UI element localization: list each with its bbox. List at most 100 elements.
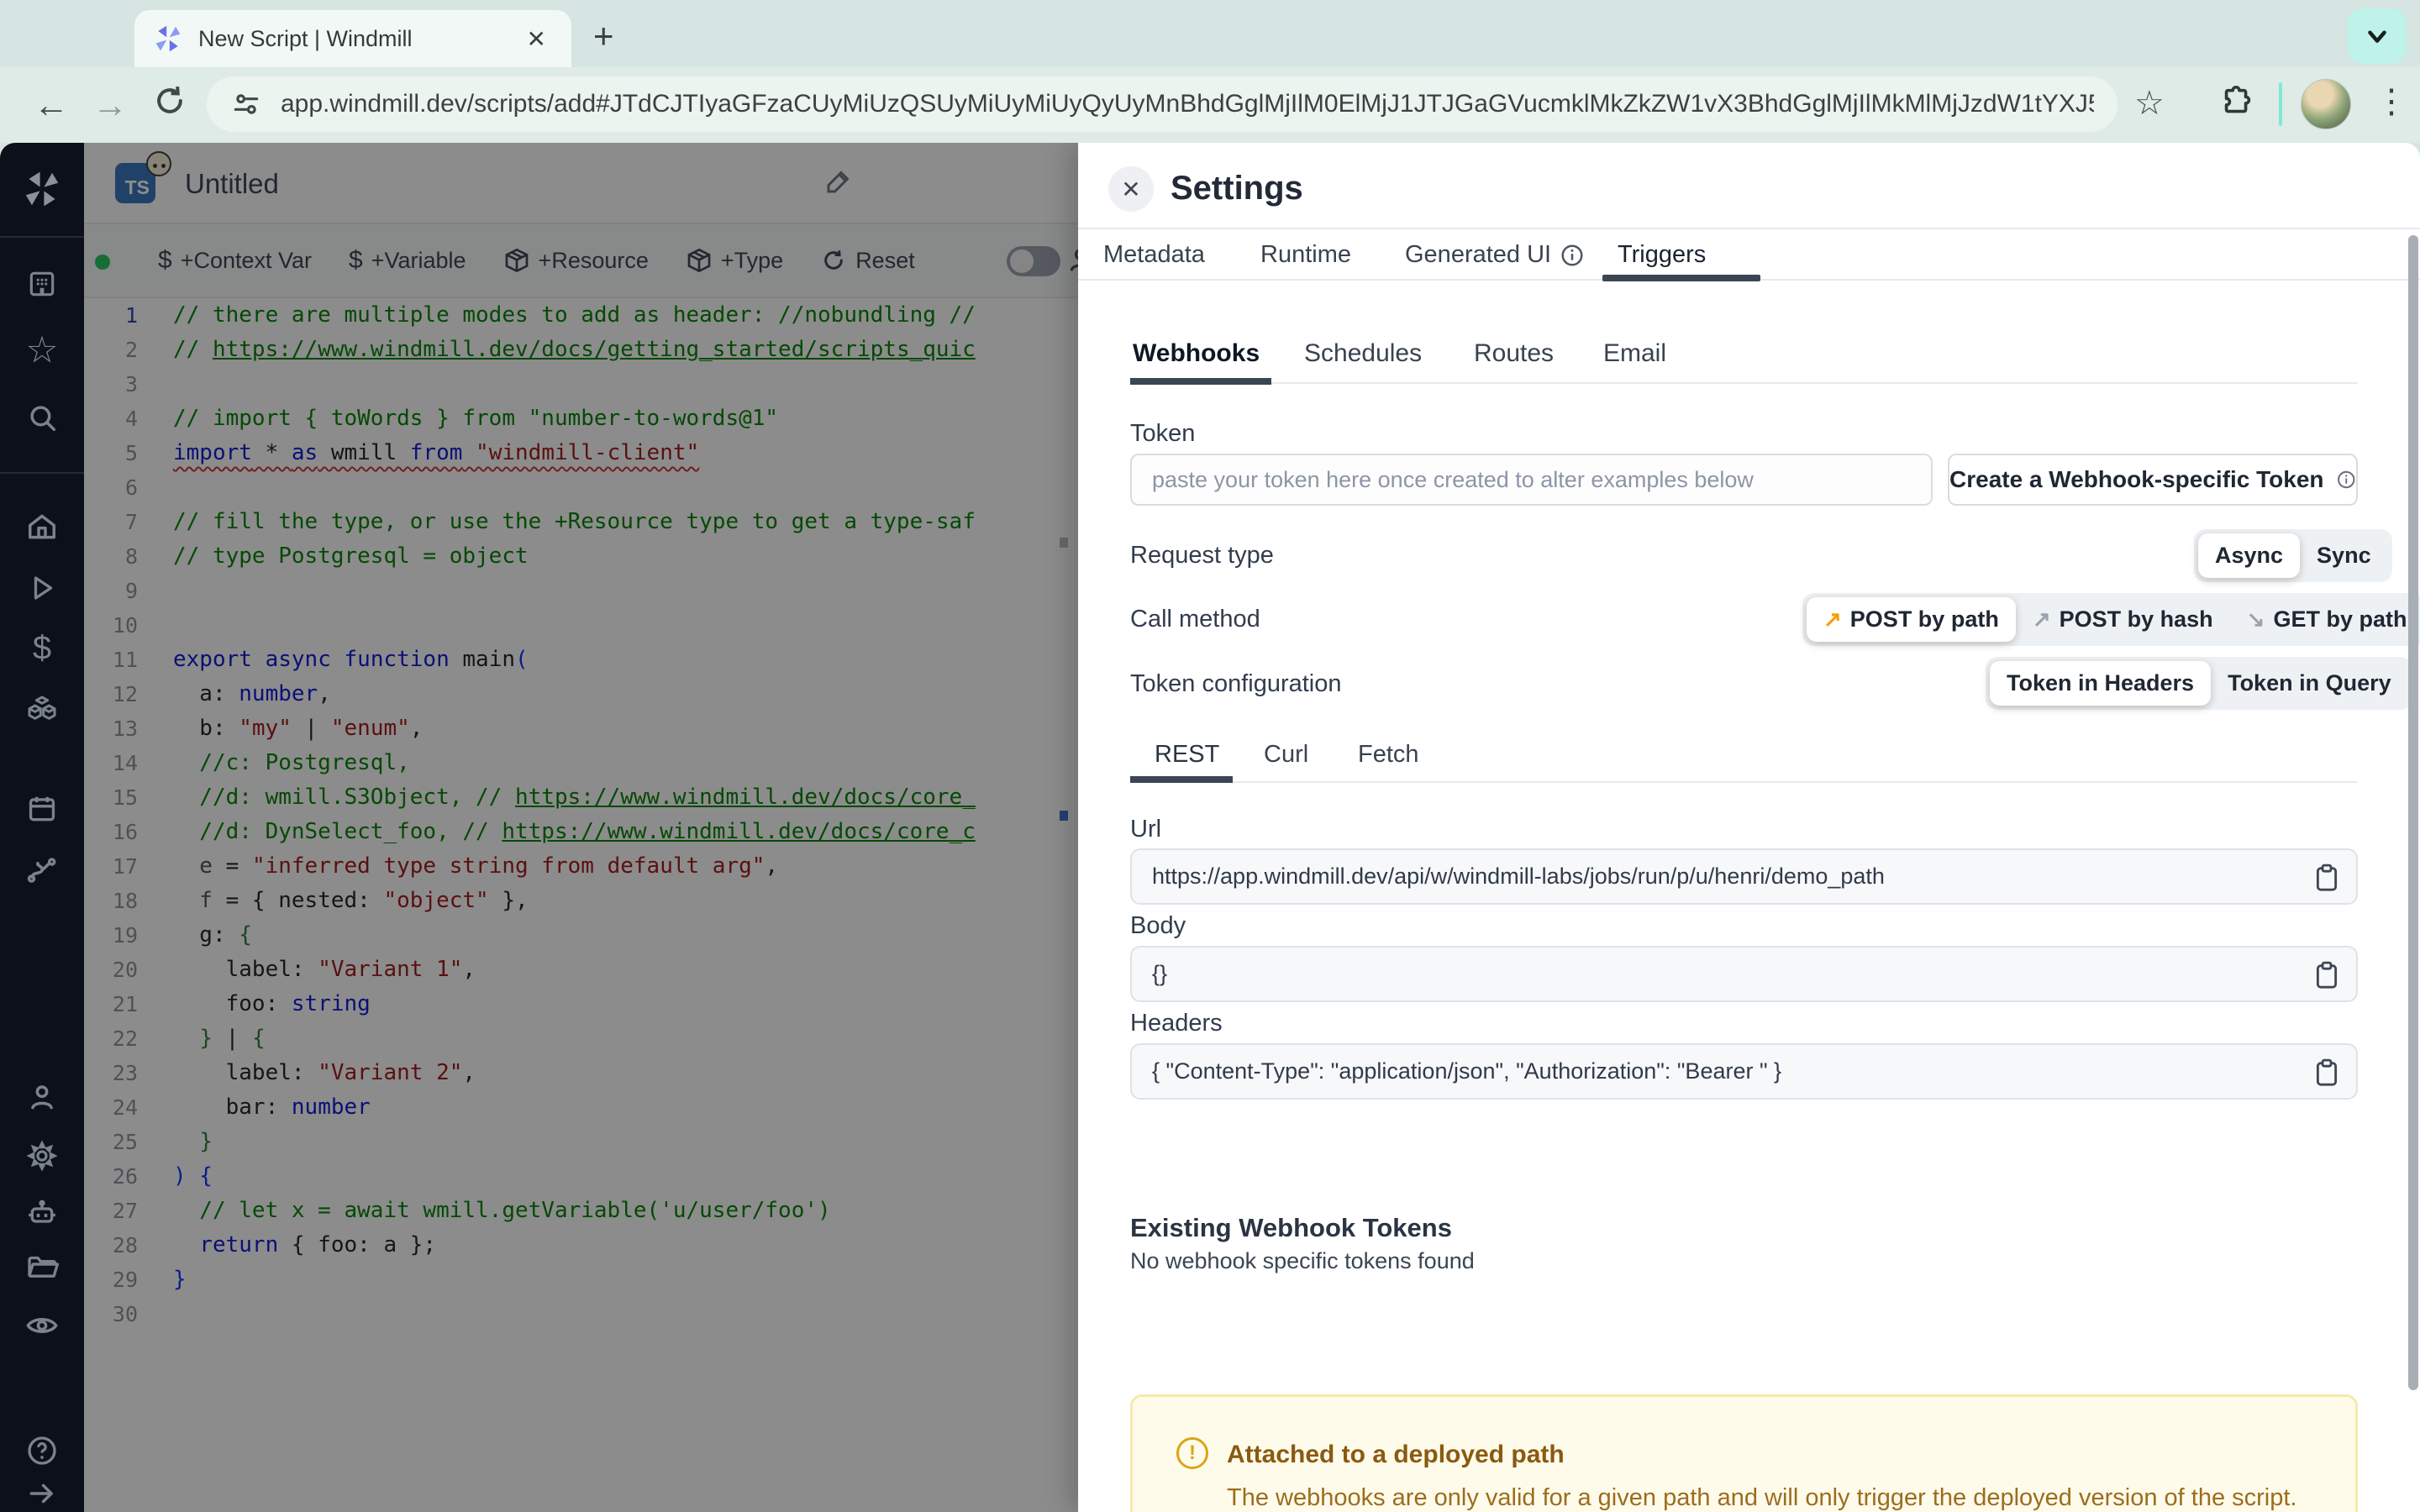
- warning-title: Attached to a deployed path: [1227, 1441, 1565, 1468]
- existing-tokens-heading: Existing Webhook Tokens: [1130, 1213, 1452, 1242]
- drawer-backdrop[interactable]: [84, 143, 1078, 1512]
- extensions-icon[interactable]: [2218, 84, 2257, 123]
- drawer-scrollbar[interactable]: [2408, 235, 2418, 1390]
- subtab-email[interactable]: Email: [1603, 339, 1666, 368]
- request-type-segmented: Async Sync: [2194, 529, 2392, 582]
- sync-option[interactable]: Sync: [2300, 533, 2388, 578]
- home-icon[interactable]: [26, 511, 58, 543]
- token-in-headers-option[interactable]: Token in Headers: [1990, 661, 2212, 706]
- tab-rest[interactable]: REST: [1155, 741, 1219, 769]
- tab-runtime[interactable]: Runtime: [1260, 241, 1351, 269]
- call-method-label: Call method: [1130, 606, 1260, 633]
- active-subtab-underline: [1130, 378, 1271, 385]
- settings-drawer: ✕ Settings Metadata Runtime Generated UI…: [1078, 143, 2420, 1512]
- copy-clipboard-icon[interactable]: [2312, 1057, 2341, 1089]
- help-icon[interactable]: [25, 1434, 59, 1467]
- profile-avatar[interactable]: [2301, 79, 2351, 129]
- deployed-path-warning: ! Attached to a deployed path The webhoo…: [1130, 1394, 2358, 1512]
- windmill-favicon: [155, 25, 181, 52]
- bookmark-star-icon[interactable]: ☆: [2134, 84, 2165, 123]
- search-icon[interactable]: [26, 402, 58, 433]
- browser-tab[interactable]: New Script | Windmill ✕: [134, 10, 571, 67]
- request-type-label: Request type: [1130, 542, 1274, 569]
- async-option[interactable]: Async: [2198, 533, 2301, 578]
- subtab-divider: [1130, 382, 2358, 384]
- sidebar-divider: [0, 236, 84, 238]
- webhook-headers-field[interactable]: { "Content-Type": "application/json", "A…: [1130, 1043, 2358, 1100]
- token-label: Token: [1130, 420, 1196, 447]
- subtab-routes[interactable]: Routes: [1474, 339, 1554, 368]
- app-sidebar: ☆ $: [0, 143, 84, 1512]
- user-icon[interactable]: [26, 1081, 58, 1113]
- workspace-icon[interactable]: [26, 268, 58, 300]
- folders-icon[interactable]: [25, 1252, 59, 1285]
- subtab-webhooks[interactable]: Webhooks: [1133, 339, 1260, 368]
- page-content: ☆ $ TS Untitled $ +Context Var $ +Variab…: [0, 143, 2420, 1512]
- audit-eye-icon[interactable]: [24, 1308, 60, 1343]
- tab-triggers[interactable]: Triggers: [1618, 241, 1706, 269]
- browser-menu-icon[interactable]: ⋮: [2375, 82, 2408, 121]
- arrow-up-right-icon: ↗: [2032, 606, 2051, 632]
- url-text[interactable]: app.windmill.dev/scripts/add#JTdCJTIyaGF…: [281, 90, 2094, 118]
- arrow-up-right-icon: ↗: [1823, 606, 1842, 632]
- triggers-panel: Webhooks Schedules Routes Email Token pa…: [1130, 281, 2420, 1512]
- token-config-label: Token configuration: [1130, 670, 1342, 697]
- webhook-url-field[interactable]: https://app.windmill.dev/api/w/windmill-…: [1130, 848, 2358, 905]
- tab-close-icon[interactable]: ✕: [520, 25, 553, 53]
- url-bar[interactable]: app.windmill.dev/scripts/add#JTdCJTIyaGF…: [207, 76, 2118, 132]
- existing-tokens-empty-text: No webhook specific tokens found: [1130, 1248, 1475, 1273]
- call-method-segmented: ↗ POST by path ↗ POST by hash ↘ GET by p…: [1802, 593, 2420, 646]
- copy-clipboard-icon[interactable]: [2312, 862, 2341, 894]
- drawer-title: Settings: [1171, 170, 1303, 207]
- browser-tab-strip: New Script | Windmill ✕ +: [0, 0, 2420, 67]
- close-drawer-button[interactable]: ✕: [1108, 166, 1154, 212]
- create-webhook-token-button[interactable]: Create a Webhook-specific Token: [1948, 454, 2358, 506]
- copy-clipboard-icon[interactable]: [2312, 959, 2341, 991]
- info-icon: [1561, 244, 1583, 265]
- url-label: Url: [1130, 816, 1162, 843]
- ai-assistant-icon[interactable]: [25, 1196, 59, 1230]
- active-snippet-underline: [1130, 776, 1233, 783]
- browser-toolbar: ← → app.windmill.dev/scripts/add#JTdCJTI…: [0, 67, 2420, 143]
- close-icon: ✕: [1121, 176, 1141, 202]
- headers-label: Headers: [1130, 1010, 1223, 1037]
- site-settings-icon[interactable]: [230, 88, 262, 120]
- settings-gear-icon[interactable]: [26, 1140, 58, 1172]
- warning-icon: !: [1176, 1437, 1208, 1469]
- tab-curl[interactable]: Curl: [1264, 741, 1308, 769]
- tab-fetch[interactable]: Fetch: [1358, 741, 1419, 769]
- tab-title: New Script | Windmill: [198, 25, 413, 51]
- schedules-icon[interactable]: [26, 793, 58, 825]
- windmill-logo-icon[interactable]: [22, 169, 62, 209]
- settings-tabs: Metadata Runtime Generated UI Triggers: [1078, 228, 2420, 281]
- webhook-body-field[interactable]: {}: [1130, 946, 2358, 1002]
- forward-button[interactable]: →: [92, 86, 128, 124]
- routes-icon[interactable]: [25, 853, 59, 887]
- post-by-hash-option[interactable]: ↗ POST by hash: [2016, 597, 2230, 642]
- runs-icon[interactable]: [27, 573, 57, 603]
- collapse-sidebar-icon[interactable]: [26, 1478, 58, 1509]
- chevron-down-icon: [2368, 30, 2386, 43]
- back-button[interactable]: ←: [34, 86, 69, 124]
- variables-icon[interactable]: $: [33, 630, 51, 668]
- info-icon: [2337, 470, 2354, 489]
- reload-button[interactable]: [151, 82, 188, 119]
- tab-generated-ui[interactable]: Generated UI: [1405, 241, 1585, 269]
- token-config-segmented: Token in Headers Token in Query: [1986, 657, 2412, 710]
- body-label: Body: [1130, 912, 1186, 939]
- token-placeholder: paste your token here once created to al…: [1152, 466, 1754, 492]
- subtab-schedules[interactable]: Schedules: [1304, 339, 1422, 368]
- snippet-tab-divider: [1130, 781, 2358, 783]
- token-input[interactable]: paste your token here once created to al…: [1130, 454, 1933, 506]
- token-in-query-option[interactable]: Token in Query: [2211, 661, 2408, 706]
- app-window: New Script | Windmill ✕ + ← → app.windmi…: [0, 0, 2420, 1512]
- post-by-path-option[interactable]: ↗ POST by path: [1807, 597, 2016, 642]
- warning-body: The webhooks are only valid for a given …: [1227, 1484, 2297, 1511]
- get-by-path-option[interactable]: ↘ GET by path: [2230, 597, 2420, 642]
- tab-search-button[interactable]: [2348, 8, 2407, 64]
- favorites-star-icon[interactable]: ☆: [25, 329, 58, 372]
- resources-icon[interactable]: [25, 693, 59, 727]
- tab-metadata[interactable]: Metadata: [1103, 241, 1205, 269]
- new-tab-button[interactable]: +: [593, 18, 614, 54]
- arrow-down-right-icon: ↘: [2246, 606, 2265, 632]
